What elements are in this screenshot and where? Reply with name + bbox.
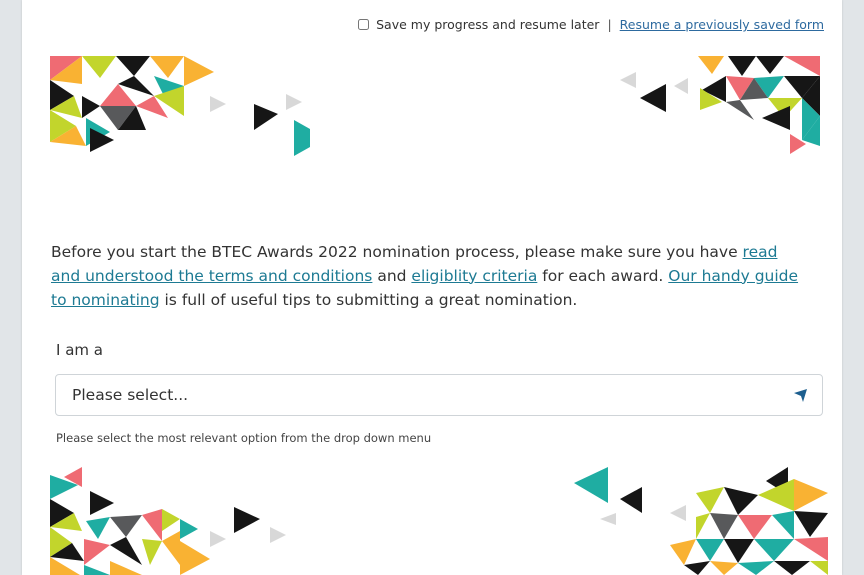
resume-saved-form-link[interactable]: Resume a previously saved form (620, 17, 824, 32)
decorative-triangles-top-left (50, 56, 310, 156)
separator: | (607, 17, 612, 32)
save-progress-label[interactable]: Save my progress and resume later (376, 17, 599, 32)
intro-text: Before you start the BTEC Awards 2022 no… (51, 242, 743, 261)
save-progress-checkbox[interactable] (358, 19, 370, 30)
intro-paragraph: Before you start the BTEC Awards 2022 no… (51, 240, 811, 312)
intro-text: for each award. (537, 266, 669, 285)
i-am-a-label: I am a (56, 341, 103, 359)
select-help-text: Please select the most relevant option f… (56, 431, 432, 445)
role-select-value: Please select... (72, 386, 189, 404)
eligibility-criteria-link[interactable]: eligiblity criteria (411, 267, 537, 285)
form-card: Save my progress and resume later | Resu… (22, 0, 842, 575)
save-progress-bar: Save my progress and resume later | Resu… (358, 17, 824, 32)
dropdown-arrow-icon (794, 389, 807, 402)
decorative-triangles-bottom-right (574, 467, 828, 575)
decorative-triangles-top-right (620, 56, 820, 154)
decorative-triangles-bottom-left (50, 467, 286, 575)
intro-text: is full of useful tips to submitting a g… (159, 290, 578, 309)
intro-text: and (372, 266, 412, 285)
role-select[interactable]: Please select... (55, 374, 823, 416)
